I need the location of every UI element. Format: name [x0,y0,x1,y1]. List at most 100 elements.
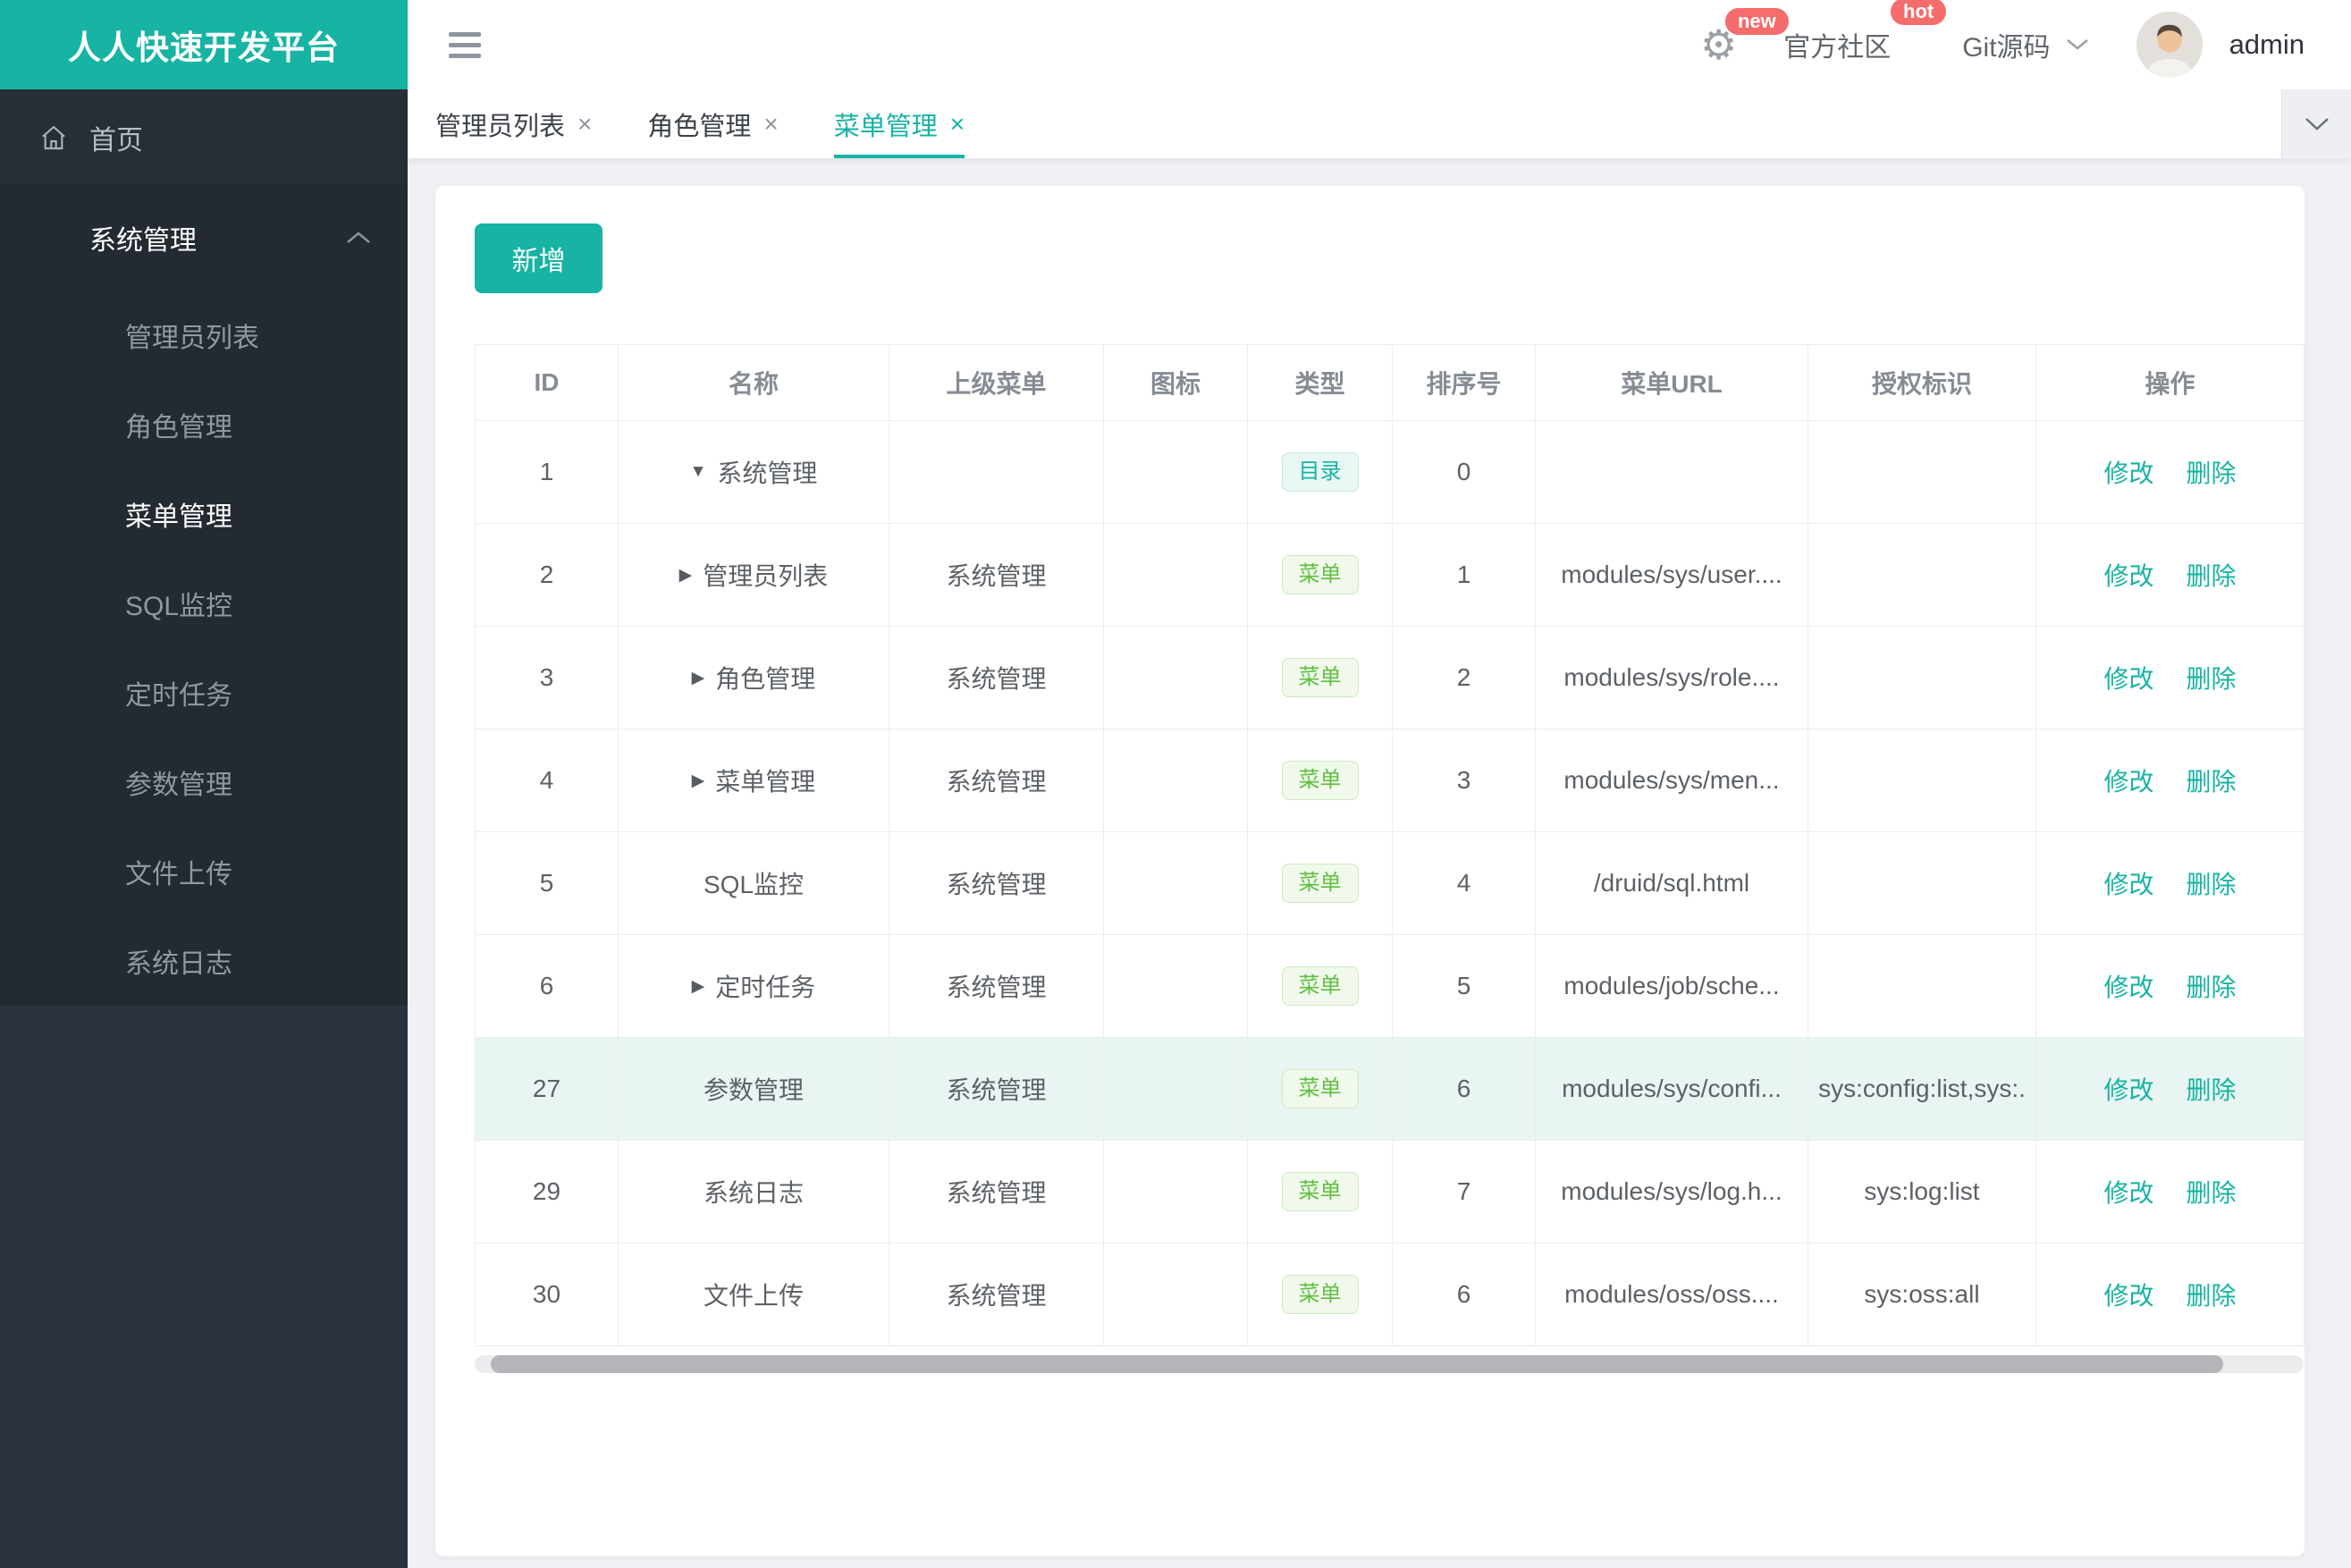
cell-menu-url: modules/sys/log.h... [1535,1140,1808,1243]
cell-id: 30 [475,1243,619,1346]
tab-label: 角色管理 [647,112,752,141]
delete-link[interactable]: 删除 [2187,768,2237,796]
edit-link[interactable]: 修改 [2103,1282,2153,1310]
cell-id: 1 [475,420,619,524]
chevron-up-icon [347,232,370,243]
collapse-arrow-icon[interactable]: ▼ [690,462,707,482]
cell-id: 2 [475,523,619,627]
cell-parent-menu: 系统管理 [889,1037,1104,1141]
cell-auth-flag [1807,934,2036,1038]
sidebar-item[interactable]: 定时任务 [0,648,408,738]
horizontal-scrollbar[interactable] [475,1355,2304,1373]
expand-arrow-icon[interactable]: ▶ [692,668,705,688]
sidebar-item[interactable]: 系统日志 [0,916,408,1006]
close-icon[interactable]: × [577,110,592,139]
close-icon[interactable]: × [950,110,965,139]
menu-name: 管理员列表 [703,562,829,590]
delete-link[interactable]: 删除 [2187,1076,2237,1104]
cell-order: 0 [1392,420,1536,524]
table-row: 1 ▼ 系统管理 目录 0 修改 删除 [475,420,2305,524]
content-area: 新增 ID 名称 上级菜单 图标 类型 排序号 菜单URL 授权标识 操作 1 … [408,159,2351,1568]
home-icon [42,125,65,149]
cell-order: 6 [1392,1037,1536,1141]
sidebar-item[interactable]: 文件上传 [0,827,408,916]
edit-link[interactable]: 修改 [2103,768,2153,796]
community-label: 官方社区 [1783,33,1892,63]
username[interactable]: admin [2229,29,2305,61]
menu-name: SQL监控 [703,871,805,898]
cell-name: ▶ 菜单管理 [618,729,889,832]
cell-name: SQL监控 [618,831,889,935]
delete-link[interactable]: 删除 [2187,562,2237,590]
tab-admin-list[interactable]: 管理员列表 × [435,89,592,158]
table-row: 27 参数管理 系统管理 菜单 6 modules/sys/confi... sys:con… [475,1037,2305,1141]
cell-id: 29 [475,1140,619,1243]
col-type: 类型 [1247,344,1393,421]
sidebar-section-system[interactable]: 系统管理 [0,185,408,291]
git-source-dropdown[interactable]: Git源码 [1962,25,2089,64]
menu-name: 系统日志 [703,1179,804,1207]
app-logo: 人人快速开发平台 [0,0,408,89]
table-row: 3 ▶ 角色管理 系统管理 菜单 2 modules/sys/role.... 修改 删除 [475,626,2305,729]
cell-auth-flag: sys:oss:all [1807,1243,2036,1346]
scrollbar-thumb[interactable] [491,1355,2223,1373]
col-name: 名称 [618,344,889,421]
cell-id: 4 [475,729,619,832]
avatar[interactable] [2136,12,2203,78]
edit-link[interactable]: 修改 [2103,1076,2153,1104]
sidebar-item[interactable]: SQL监控 [0,559,408,648]
sidebar-item-home[interactable]: 首页 [0,89,408,185]
type-badge: 目录 [1281,451,1359,493]
add-button[interactable]: 新增 [475,223,602,293]
tab-menu-management[interactable]: 菜单管理 × [833,89,965,158]
edit-link[interactable]: 修改 [2103,974,2153,1001]
expand-arrow-icon[interactable]: ▶ [692,771,705,791]
cell-parent-menu: 系统管理 [889,729,1104,832]
close-icon[interactable]: × [763,110,778,139]
cell-order: 3 [1392,729,1536,832]
delete-link[interactable]: 删除 [2187,665,2237,693]
tab-list-dropdown-button[interactable] [2281,89,2351,158]
expand-arrow-icon[interactable]: ▶ [692,976,705,997]
cell-actions: 修改 删除 [2035,934,2305,1038]
cell-actions: 修改 删除 [2035,729,2305,832]
edit-link[interactable]: 修改 [2103,1179,2153,1207]
community-link[interactable]: 官方社区 hot [1783,0,1947,64]
cell-parent-menu: 系统管理 [889,626,1104,729]
delete-link[interactable]: 删除 [2187,1282,2237,1310]
sidebar-item[interactable]: 菜单管理 [0,469,408,559]
cell-order: 6 [1392,1243,1536,1346]
tab-role-management[interactable]: 角色管理 × [647,89,778,158]
cell-id: 5 [475,831,619,935]
cell-menu-url: /druid/sql.html [1535,831,1808,935]
edit-link[interactable]: 修改 [2103,562,2153,590]
expand-arrow-icon[interactable]: ▶ [679,565,693,586]
cell-icon [1103,626,1248,729]
settings-button[interactable]: ⚙︎ new [1700,8,1789,65]
menu-management-panel: 新增 ID 名称 上级菜单 图标 类型 排序号 菜单URL 授权标识 操作 1 … [435,186,2305,1556]
cell-auth-flag [1807,729,2036,832]
sidebar-toggle-button[interactable] [443,27,486,63]
sidebar-section-label: 系统管理 [89,226,197,256]
type-badge: 菜单 [1281,554,1359,595]
cell-actions: 修改 删除 [2035,420,2305,524]
cell-actions: 修改 删除 [2035,1037,2305,1141]
col-id: ID [475,344,619,421]
cell-icon [1103,729,1248,832]
edit-link[interactable]: 修改 [2103,459,2153,487]
sidebar-home-label: 首页 [89,125,143,156]
delete-link[interactable]: 删除 [2187,459,2237,487]
edit-link[interactable]: 修改 [2103,871,2153,898]
sidebar-item[interactable]: 参数管理 [0,738,408,827]
delete-link[interactable]: 删除 [2187,974,2237,1001]
delete-link[interactable]: 删除 [2187,1179,2237,1207]
cell-parent-menu [889,420,1104,524]
cell-icon [1103,1140,1248,1243]
tab-bar: 管理员列表 × 角色管理 × 菜单管理 × [408,89,2351,159]
cell-auth-flag [1807,523,2036,627]
sidebar-item[interactable]: 角色管理 [0,380,408,469]
delete-link[interactable]: 删除 [2187,871,2237,898]
menu-name: 文件上传 [703,1282,804,1310]
edit-link[interactable]: 修改 [2103,665,2153,693]
sidebar-item[interactable]: 管理员列表 [0,291,408,380]
